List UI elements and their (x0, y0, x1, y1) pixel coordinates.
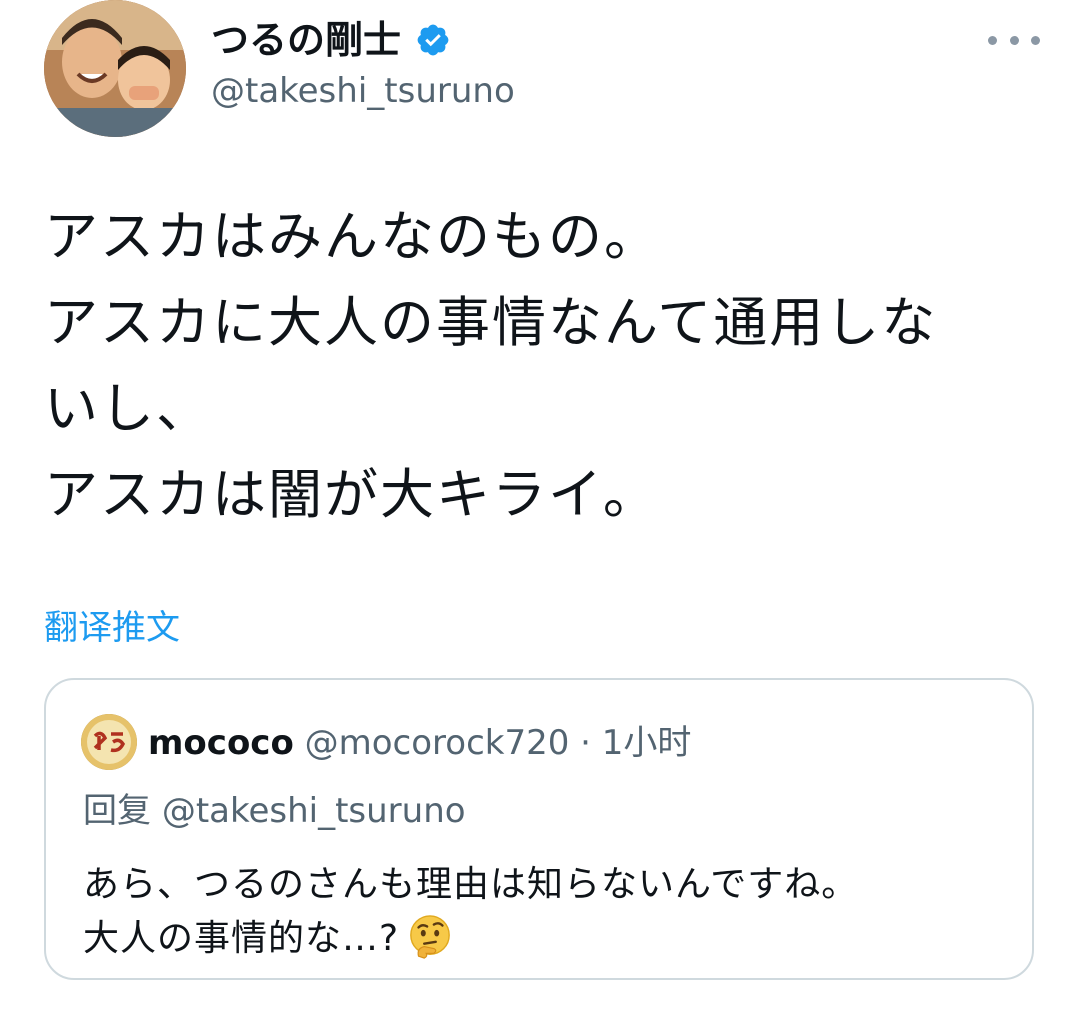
author-display-name-row[interactable]: つるの剛士 (211, 14, 451, 66)
quoted-author-avatar[interactable] (81, 714, 137, 770)
quoted-tweet-text: あら、つるのさんも理由は知らないんですね。 大人の事情的な…? (83, 858, 858, 966)
quoted-text-line-with-emoji: 大人の事情的な…? (83, 912, 858, 966)
quoted-tweet-card[interactable]: mococo @mocorock720 · 1小时 回复 @takeshi_ts… (44, 678, 1034, 980)
more-dot (1031, 35, 1040, 45)
quoted-separator: · (580, 723, 591, 763)
tweet-text: アスカはみんなのもの。 アスカに大人の事情なんて通用しな いし、 アスカは闇が大… (44, 194, 1044, 538)
tweet-text-line: アスカに大人の事情なんて通用しな (44, 291, 938, 354)
reply-prefix: 回复 (83, 791, 151, 831)
verified-badge-icon (415, 22, 451, 58)
quoted-text-line: あら、つるのさんも理由は知らないんですね。 (83, 864, 859, 905)
author-avatar-photo (44, 0, 186, 137)
more-options-icon[interactable] (988, 26, 1040, 54)
more-dot (988, 35, 997, 45)
tweet-text-line: アスカは闇が大キライ。 (44, 463, 659, 526)
tweet-text-line: いし、 (44, 377, 212, 440)
tweet-text-line: アスカはみんなのもの。 (44, 205, 660, 268)
reply-to-handle[interactable]: @takeshi_tsuruno (162, 791, 466, 831)
author-avatar[interactable] (44, 0, 186, 137)
author-handle[interactable]: @takeshi_tsuruno (211, 68, 515, 114)
quoted-author-handle[interactable]: @mocorock720 (305, 723, 570, 763)
quoted-text-line: 大人の事情的な…? (83, 918, 400, 959)
quoted-reply-to: 回复 @takeshi_tsuruno (83, 788, 466, 834)
thinking-face-emoji-icon (407, 914, 453, 960)
translate-tweet-link[interactable]: 翻译推文 (44, 604, 180, 652)
quoted-author-name[interactable]: mococo (148, 723, 294, 763)
quoted-author-avatar-image (81, 714, 137, 770)
quoted-timestamp[interactable]: 1小时 (602, 723, 692, 763)
author-display-name[interactable]: つるの剛士 (211, 14, 401, 66)
more-dot (1009, 35, 1019, 45)
quoted-tweet-header: mococo @mocorock720 · 1小时 (148, 720, 691, 766)
